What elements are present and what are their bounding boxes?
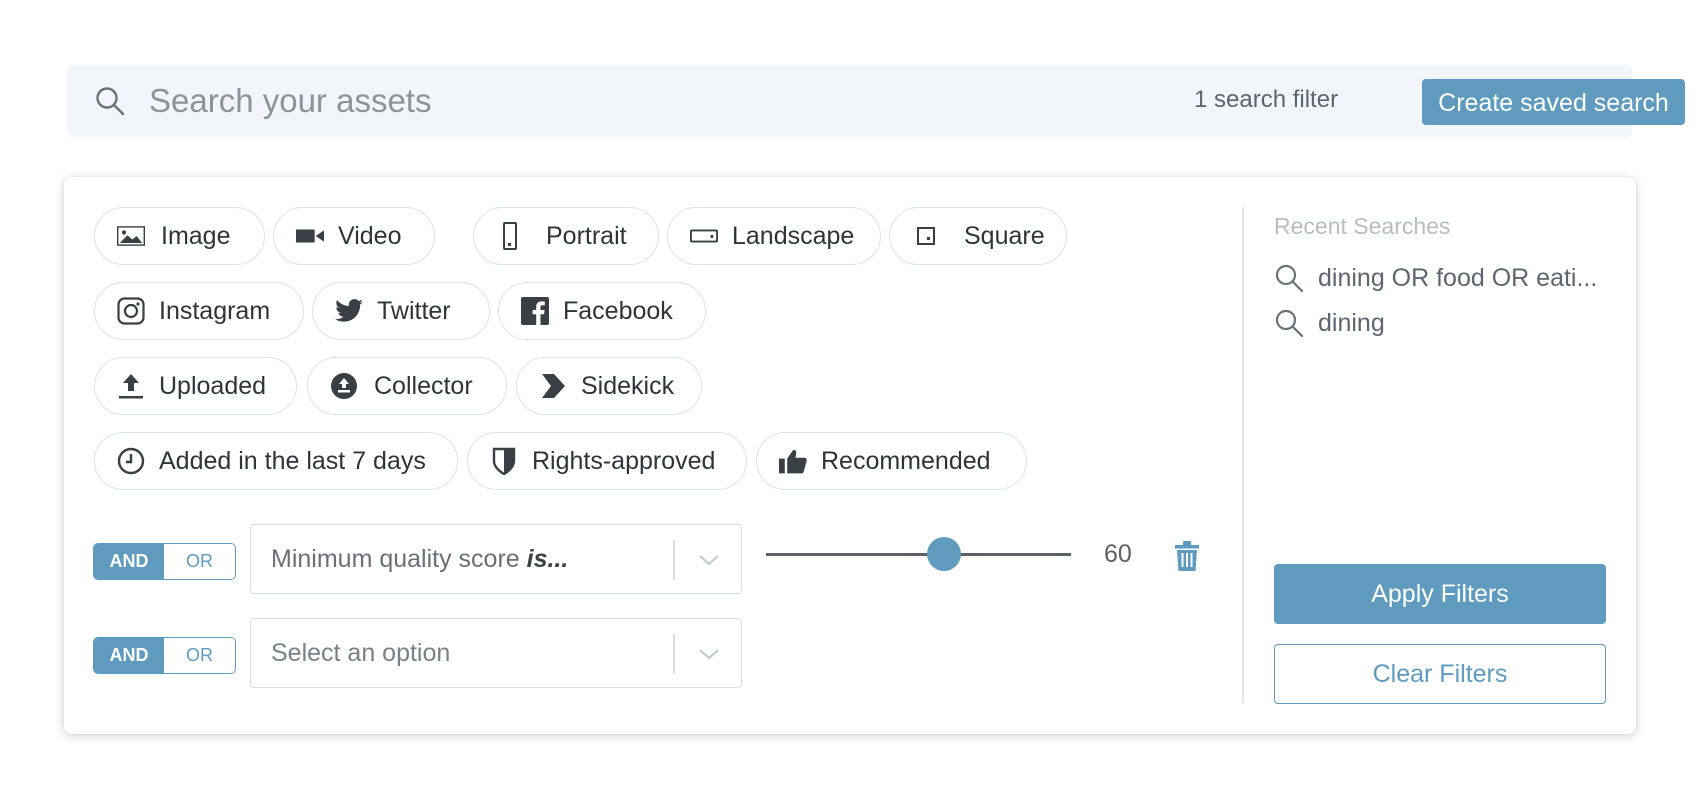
chip-portrait[interactable]: Portrait <box>473 207 659 265</box>
chip-label: Recommended <box>821 446 991 475</box>
recent-search-text: dining OR food OR eati... <box>1318 263 1598 292</box>
or-toggle[interactable]: OR <box>164 638 235 673</box>
chip-image[interactable]: Image <box>94 207 265 265</box>
video-camera-icon <box>296 222 324 250</box>
recent-searches-title: Recent Searches <box>1274 213 1451 239</box>
create-saved-search-button[interactable]: Create saved search <box>1422 79 1685 125</box>
instagram-icon <box>117 297 145 325</box>
chip-twitter[interactable]: Twitter <box>312 282 490 340</box>
select-separator <box>673 634 675 674</box>
chip-label: Image <box>161 221 231 250</box>
chip-label: Square <box>964 221 1045 250</box>
image-icon <box>117 222 145 250</box>
chip-label: Rights-approved <box>532 446 716 475</box>
portrait-icon <box>496 222 524 250</box>
recent-search-item[interactable]: dining OR food OR eati... <box>1274 263 1597 293</box>
chip-instagram[interactable]: Instagram <box>94 282 304 340</box>
chip-label: Collector <box>374 371 473 400</box>
recent-search-text: dining <box>1318 308 1385 337</box>
trash-icon[interactable] <box>1174 541 1200 571</box>
thumbs-up-icon <box>779 447 807 475</box>
panel-divider <box>1242 207 1244 703</box>
chip-label: Sidekick <box>581 371 675 400</box>
chip-facebook[interactable]: Facebook <box>498 282 706 340</box>
option-select[interactable]: Select an option <box>250 618 742 688</box>
chip-uploaded[interactable]: Uploaded <box>94 357 297 415</box>
chip-video[interactable]: Video <box>273 207 435 265</box>
select-separator <box>673 540 675 580</box>
chip-collector[interactable]: Collector <box>307 357 507 415</box>
chip-label: Added in the last 7 days <box>159 446 426 475</box>
square-icon <box>912 222 940 250</box>
chip-label: Instagram <box>159 296 271 325</box>
slider-value: 60 <box>1104 540 1132 568</box>
clear-filters-button[interactable]: Clear Filters <box>1274 644 1606 704</box>
filter-count: 1 search filter <box>1194 86 1339 113</box>
chip-sidekick[interactable]: Sidekick <box>516 357 702 415</box>
sidekick-icon <box>539 372 567 400</box>
twitter-icon <box>335 297 363 325</box>
chip-recommended[interactable]: Recommended <box>756 432 1027 490</box>
chip-label: Landscape <box>732 221 855 250</box>
collector-icon <box>330 372 358 400</box>
and-or-toggle: AND OR <box>93 637 236 674</box>
shield-icon <box>490 447 518 475</box>
chevron-down-icon[interactable] <box>696 547 722 573</box>
and-toggle[interactable]: AND <box>94 544 164 579</box>
search-bar: 1 search filter Create saved search <box>67 65 1685 137</box>
search-input[interactable] <box>147 77 1047 125</box>
or-toggle[interactable]: OR <box>164 544 235 579</box>
quality-slider-thumb[interactable] <box>927 537 961 571</box>
and-toggle[interactable]: AND <box>94 638 164 673</box>
quality-slider-track[interactable] <box>766 553 1071 556</box>
search-icon <box>96 87 125 116</box>
chevron-down-icon[interactable] <box>696 641 722 667</box>
chip-label: Video <box>338 221 402 250</box>
and-or-toggle: AND OR <box>93 543 236 580</box>
facebook-icon <box>521 297 549 325</box>
select-placeholder: Select an option <box>271 639 451 667</box>
chip-label: Portrait <box>546 221 627 250</box>
search-icon <box>1275 264 1304 293</box>
filter-select[interactable]: Minimum quality score is... <box>250 524 742 594</box>
apply-filters-button[interactable]: Apply Filters <box>1274 564 1606 624</box>
search-icon <box>1275 309 1304 338</box>
chip-label: Uploaded <box>159 371 267 400</box>
chip-square[interactable]: Square <box>889 207 1067 265</box>
landscape-icon <box>690 222 718 250</box>
recent-search-item[interactable]: dining <box>1274 308 1385 338</box>
select-value-text: Minimum quality score <box>271 545 527 573</box>
select-value: Minimum quality score is... <box>271 545 568 574</box>
upload-icon <box>117 372 145 400</box>
chip-label: Twitter <box>377 296 451 325</box>
chip-landscape[interactable]: Landscape <box>667 207 881 265</box>
chip-added-recent[interactable]: Added in the last 7 days <box>94 432 458 490</box>
select-value-emphasis: is... <box>526 545 569 573</box>
clock-icon <box>117 447 145 475</box>
chip-label: Facebook <box>563 296 673 325</box>
chip-rights-approved[interactable]: Rights-approved <box>467 432 747 490</box>
